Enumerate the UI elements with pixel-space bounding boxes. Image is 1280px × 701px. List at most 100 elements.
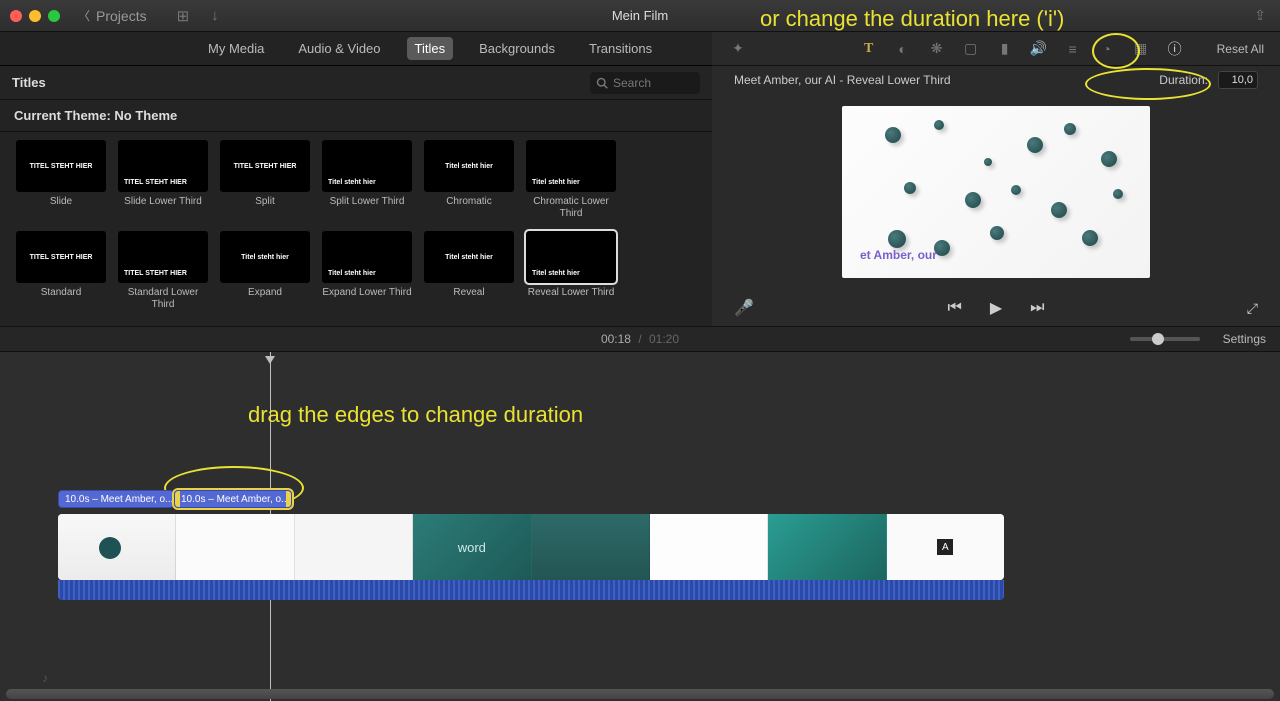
video-thumb xyxy=(58,514,176,580)
title-thumbnail: Titel steht hier xyxy=(526,231,616,283)
title-preset[interactable]: TITEL STEHT HIER Standard Lower Third xyxy=(116,231,210,310)
library-icon[interactable]: ⊞ xyxy=(177,7,190,25)
video-thumb: word xyxy=(413,514,531,580)
preview-viewer[interactable]: et Amber, our xyxy=(712,94,1280,290)
title-thumbnail: TITEL STEHT HIER xyxy=(220,140,310,192)
duration-label: Duration: xyxy=(1159,73,1208,87)
title-thumbnail: Titel steht hier xyxy=(220,231,310,283)
title-caption: Reveal xyxy=(453,287,484,309)
fullscreen-icon[interactable]: ⤢ xyxy=(1247,300,1258,317)
title-preset[interactable]: TITEL STEHT HIER Slide Lower Third xyxy=(116,140,210,219)
titles-grid: TITEL STEHT HIER Slide TITEL STEHT HIER Sli… xyxy=(0,132,712,320)
title-preset[interactable]: Titel steht hier Expand Lower Third xyxy=(320,231,414,310)
title-caption: Slide xyxy=(50,196,72,218)
title-preset[interactable]: Titel steht hier Reveal Lower Third xyxy=(524,231,618,310)
reset-all-button[interactable]: Reset All xyxy=(1217,42,1264,56)
video-thumb xyxy=(650,514,768,580)
inspector-toolbar: ✦ T ◐ ❋ ▢ ▮ 🔊 ≡ ◔ ▦ ⓘ Reset All xyxy=(712,32,1280,66)
prev-button[interactable]: ⏮ xyxy=(947,299,961,317)
video-track[interactable]: word A xyxy=(58,514,1004,580)
title-preset[interactable]: TITEL STEHT HIER Slide xyxy=(14,140,108,219)
magic-wand-icon[interactable]: ✦ xyxy=(728,40,748,57)
noise-icon[interactable]: ≡ xyxy=(1063,41,1083,57)
zoom-window[interactable] xyxy=(48,10,60,22)
filter-icon[interactable]: ▦ xyxy=(1131,40,1151,57)
title-caption: Standard xyxy=(41,287,82,309)
title-preset[interactable]: TITEL STEHT HIER Split xyxy=(218,140,312,219)
video-thumb xyxy=(532,514,650,580)
search-input[interactable]: Search xyxy=(590,72,700,94)
settings-button[interactable]: Settings xyxy=(1223,332,1266,346)
audio-waveform[interactable] xyxy=(58,580,1004,600)
title-caption: Chromatic Lower Third xyxy=(524,196,618,219)
tab-backgrounds[interactable]: Backgrounds xyxy=(471,37,563,60)
title-caption: Split xyxy=(255,196,274,218)
title-thumbnail: TITEL STEHT HIER xyxy=(118,140,208,192)
voiceover-icon[interactable]: 🎤 xyxy=(734,298,754,318)
info-inspector-icon[interactable]: ⓘ xyxy=(1165,39,1185,59)
duration-field[interactable] xyxy=(1218,71,1258,89)
title-preset[interactable]: TITEL STEHT HIERStandard xyxy=(14,231,108,310)
title-preset[interactable]: Titel steht hierChromatic Lower Third xyxy=(524,140,618,219)
text-inspector-icon[interactable]: T xyxy=(859,41,879,57)
back-label: Projects xyxy=(96,8,147,24)
title-caption: Chromatic xyxy=(446,196,492,218)
timeline[interactable]: drag the edges to change duration 10.0s … xyxy=(0,352,1280,701)
search-placeholder: Search xyxy=(613,76,651,90)
tab-my-media[interactable]: My Media xyxy=(200,37,272,60)
stabilize-icon[interactable]: ▮ xyxy=(995,40,1015,57)
tab-audio-video[interactable]: Audio & Video xyxy=(290,37,388,60)
back-to-projects[interactable]: 〈 Projects xyxy=(78,7,147,24)
chevron-left-icon: 〈 xyxy=(78,7,90,24)
window-controls xyxy=(10,10,60,22)
minimize-window[interactable] xyxy=(29,10,41,22)
search-icon xyxy=(596,77,608,89)
title-caption: Split Lower Third xyxy=(330,196,405,218)
title-thumbnail: TITEL STEHT HIER xyxy=(16,140,106,192)
current-time: 00:18 xyxy=(601,332,631,346)
close-window[interactable] xyxy=(10,10,22,22)
volume-icon[interactable]: 🔊 xyxy=(1029,40,1049,57)
title-clip-1[interactable]: 10.0s – Meet Amber, o... xyxy=(58,490,174,508)
music-track-icon[interactable]: ♪ xyxy=(42,671,48,685)
color-correct-icon[interactable]: ❋ xyxy=(927,40,947,57)
video-thumb xyxy=(295,514,413,580)
title-clip-2[interactable]: 10.0s – Meet Amber, o... xyxy=(174,490,292,508)
time-display-bar: 00:18 / 01:20 Settings xyxy=(0,326,1280,352)
timeline-zoom-slider[interactable] xyxy=(1130,337,1200,341)
title-thumbnail: Titel steht hier xyxy=(424,231,514,283)
media-browser: My Media Audio & Video Titles Background… xyxy=(0,32,712,326)
playback-controls: 🎤 ⏮ ▶ ⏭ ⤢ xyxy=(712,290,1280,326)
total-time: 01:20 xyxy=(649,332,679,346)
annotation-drag: drag the edges to change duration xyxy=(248,402,583,428)
tab-titles[interactable]: Titles xyxy=(407,37,454,60)
speed-icon[interactable]: ◔ xyxy=(1097,41,1117,57)
title-preset[interactable]: Titel steht hierExpand xyxy=(218,231,312,310)
title-overlay-text: et Amber, our xyxy=(860,248,937,262)
crop-icon[interactable]: ▢ xyxy=(961,40,981,57)
video-thumb xyxy=(176,514,294,580)
title-caption: Expand Lower Third xyxy=(322,287,411,309)
title-preset[interactable]: Titel steht hier Split Lower Third xyxy=(320,140,414,219)
title-caption: Slide Lower Third xyxy=(124,196,202,218)
browser-header: Titles xyxy=(12,75,46,90)
title-thumbnail: Titel steht hier xyxy=(322,231,412,283)
share-icon[interactable]: ⇪ xyxy=(1254,7,1266,24)
title-preset[interactable]: Titel steht hier Chromatic xyxy=(422,140,516,219)
title-caption: Reveal Lower Third xyxy=(528,287,615,309)
title-thumbnail: Titel steht hier xyxy=(322,140,412,192)
titlebar: 〈 Projects ⊞ ↓ Mein Film ⇪ xyxy=(0,0,1280,32)
title-preset[interactable]: Titel steht hier Reveal xyxy=(422,231,516,310)
import-icon[interactable]: ↓ xyxy=(211,7,219,25)
title-caption: Standard Lower Third xyxy=(116,287,210,310)
video-thumb xyxy=(768,514,886,580)
preview-pane: ✦ T ◐ ❋ ▢ ▮ 🔊 ≡ ◔ ▦ ⓘ Reset All Meet Amb… xyxy=(712,32,1280,326)
title-thumbnail: Titel steht hier xyxy=(424,140,514,192)
next-button[interactable]: ⏭ xyxy=(1030,299,1044,317)
play-button[interactable]: ▶ xyxy=(990,298,1002,318)
color-balance-icon[interactable]: ◐ xyxy=(893,41,913,57)
title-thumbnail: TITEL STEHT HIER xyxy=(118,231,208,283)
horizontal-scrollbar[interactable] xyxy=(6,689,1274,699)
tab-transitions[interactable]: Transitions xyxy=(581,37,660,60)
project-title: Mein Film xyxy=(612,8,668,23)
